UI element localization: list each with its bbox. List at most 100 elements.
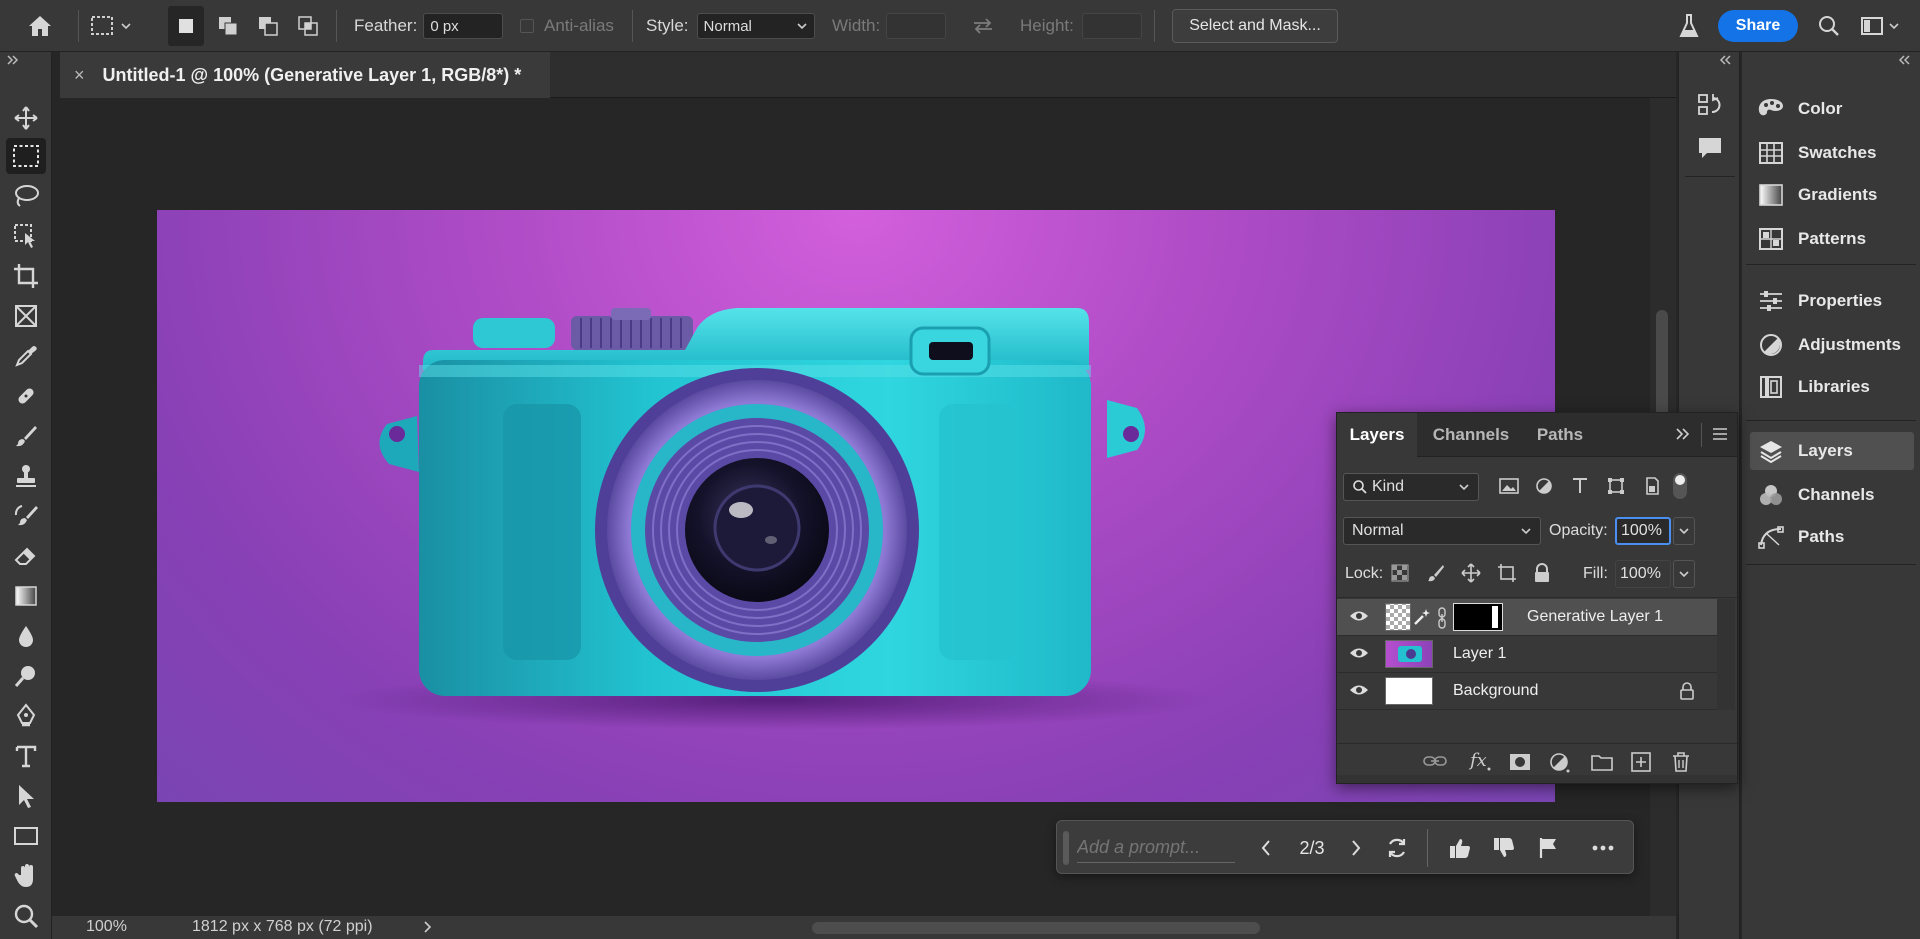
pen-tool[interactable] bbox=[6, 698, 46, 734]
layer-mask-thumbnail[interactable] bbox=[1453, 603, 1503, 631]
eyedropper-tool[interactable] bbox=[6, 338, 46, 374]
stamp-tool[interactable] bbox=[6, 458, 46, 494]
history-panel-button[interactable] bbox=[1697, 92, 1723, 118]
layer-name[interactable]: Background bbox=[1453, 682, 1538, 700]
filter-pixel-button[interactable] bbox=[1499, 477, 1519, 495]
dodge-tool[interactable] bbox=[6, 658, 46, 694]
tab-channels[interactable]: Channels bbox=[1419, 413, 1523, 457]
collapse-panels-button[interactable] bbox=[1898, 54, 1912, 66]
visibility-toggle[interactable] bbox=[1349, 646, 1369, 660]
layers-scrollbar[interactable] bbox=[1717, 599, 1735, 710]
filter-type-button[interactable] bbox=[1571, 477, 1589, 495]
opacity-input[interactable]: 100% bbox=[1615, 517, 1671, 545]
panel-gradients[interactable]: Gradients bbox=[1742, 176, 1920, 214]
tab-paths[interactable]: Paths bbox=[1525, 413, 1595, 457]
type-tool[interactable] bbox=[6, 738, 46, 774]
layer-row-background[interactable]: Background bbox=[1337, 673, 1717, 710]
fill-dropdown-button[interactable] bbox=[1673, 560, 1695, 588]
home-button[interactable] bbox=[20, 0, 60, 52]
tab-layers[interactable]: Layers bbox=[1337, 413, 1417, 457]
new-group-button[interactable] bbox=[1591, 753, 1613, 771]
close-tab-icon[interactable]: × bbox=[74, 65, 85, 86]
opacity-dropdown-button[interactable] bbox=[1673, 517, 1695, 545]
intersect-selection-button[interactable] bbox=[292, 0, 324, 52]
visibility-toggle[interactable] bbox=[1349, 609, 1369, 623]
adjustment-layer-button[interactable] bbox=[1549, 752, 1571, 774]
lock-position-button[interactable] bbox=[1461, 563, 1481, 583]
panel-properties[interactable]: Properties bbox=[1742, 282, 1920, 320]
lock-artboard-button[interactable] bbox=[1497, 563, 1517, 583]
filter-smart-object-button[interactable] bbox=[1643, 477, 1661, 495]
link-layers-button[interactable] bbox=[1423, 753, 1447, 769]
subtract-selection-button[interactable] bbox=[252, 0, 284, 52]
select-and-mask-button[interactable]: Select and Mask... bbox=[1172, 9, 1338, 43]
panel-menu-button[interactable] bbox=[1711, 427, 1729, 441]
beaker-button[interactable] bbox=[1674, 0, 1704, 52]
more-options-button[interactable] bbox=[1583, 821, 1623, 875]
layer-style-button[interactable]: fx bbox=[1469, 749, 1493, 771]
lasso-tool[interactable] bbox=[6, 178, 46, 214]
status-menu-arrow[interactable] bbox=[422, 920, 432, 934]
layer-name[interactable]: Generative Layer 1 bbox=[1527, 608, 1663, 626]
lock-all-button[interactable] bbox=[1533, 563, 1551, 583]
height-input[interactable] bbox=[1081, 13, 1142, 39]
panel-libraries[interactable]: Libraries bbox=[1742, 368, 1920, 406]
history-brush-tool[interactable] bbox=[6, 498, 46, 534]
feather-input[interactable] bbox=[423, 13, 504, 39]
panel-expand-button[interactable] bbox=[1675, 427, 1691, 441]
zoom-tool[interactable] bbox=[6, 898, 46, 934]
new-layer-button[interactable] bbox=[1631, 752, 1651, 772]
report-button[interactable] bbox=[1531, 821, 1565, 875]
fill-input[interactable]: 100% bbox=[1615, 560, 1671, 588]
panel-swatches[interactable]: Swatches bbox=[1742, 134, 1920, 172]
marquee-tool[interactable] bbox=[6, 138, 46, 174]
panel-adjustments[interactable]: Adjustments bbox=[1742, 326, 1920, 364]
hand-tool[interactable] bbox=[6, 858, 46, 894]
blur-tool[interactable] bbox=[6, 618, 46, 654]
thumbs-down-button[interactable] bbox=[1487, 821, 1521, 875]
object-selection-tool[interactable] bbox=[6, 218, 46, 254]
move-tool[interactable] bbox=[6, 100, 46, 136]
panel-paths[interactable]: Paths bbox=[1742, 518, 1920, 556]
workspace-button[interactable] bbox=[1860, 0, 1910, 52]
panel-layers[interactable]: Layers bbox=[1750, 432, 1914, 470]
antialias-checkbox[interactable] bbox=[520, 19, 534, 33]
filter-shape-button[interactable] bbox=[1607, 477, 1625, 495]
panel-color[interactable]: Color bbox=[1742, 90, 1920, 128]
filter-adjustment-button[interactable] bbox=[1535, 477, 1553, 495]
regenerate-button[interactable] bbox=[1379, 821, 1415, 875]
panel-channels[interactable]: Channels bbox=[1742, 476, 1920, 514]
style-select[interactable]: Normal bbox=[696, 13, 815, 39]
expand-toolbar-button[interactable] bbox=[6, 54, 20, 66]
crop-tool[interactable] bbox=[6, 258, 46, 294]
document-tab[interactable]: × Untitled-1 @ 100% (Generative Layer 1,… bbox=[60, 52, 550, 98]
zoom-level[interactable]: 100% bbox=[86, 918, 127, 936]
visibility-toggle[interactable] bbox=[1349, 683, 1369, 697]
mask-link-icon[interactable] bbox=[1437, 607, 1447, 629]
gradient-tool[interactable] bbox=[6, 578, 46, 614]
horizontal-scroll-thumb[interactable] bbox=[812, 922, 1260, 934]
eraser-tool[interactable] bbox=[6, 538, 46, 574]
rectangle-tool[interactable] bbox=[6, 818, 46, 854]
layer-row-layer1[interactable]: Layer 1 bbox=[1337, 636, 1717, 673]
blend-mode-select[interactable]: Normal bbox=[1343, 517, 1541, 545]
width-input[interactable] bbox=[886, 13, 947, 39]
panel-resize-handle[interactable] bbox=[1337, 775, 1737, 783]
add-mask-button[interactable] bbox=[1509, 753, 1531, 771]
panel-patterns[interactable]: Patterns bbox=[1742, 220, 1920, 258]
layer-filter-select[interactable]: Kind bbox=[1343, 473, 1479, 501]
collapse-column-button[interactable] bbox=[1719, 54, 1733, 66]
share-button[interactable]: Share bbox=[1718, 10, 1798, 42]
comments-panel-button[interactable] bbox=[1697, 136, 1723, 160]
path-selection-tool[interactable] bbox=[6, 778, 46, 814]
delete-layer-button[interactable] bbox=[1671, 751, 1691, 773]
frame-tool[interactable] bbox=[6, 298, 46, 334]
swap-dimensions-button[interactable] bbox=[968, 0, 998, 52]
layer-row-generative[interactable]: Generative Layer 1 bbox=[1337, 599, 1717, 636]
new-selection-button[interactable] bbox=[168, 6, 204, 46]
next-variation-button[interactable] bbox=[1341, 821, 1371, 875]
prompt-input[interactable] bbox=[1077, 833, 1235, 863]
add-selection-button[interactable] bbox=[212, 0, 244, 52]
search-button[interactable] bbox=[1814, 0, 1844, 52]
healing-brush-tool[interactable] bbox=[6, 378, 46, 414]
